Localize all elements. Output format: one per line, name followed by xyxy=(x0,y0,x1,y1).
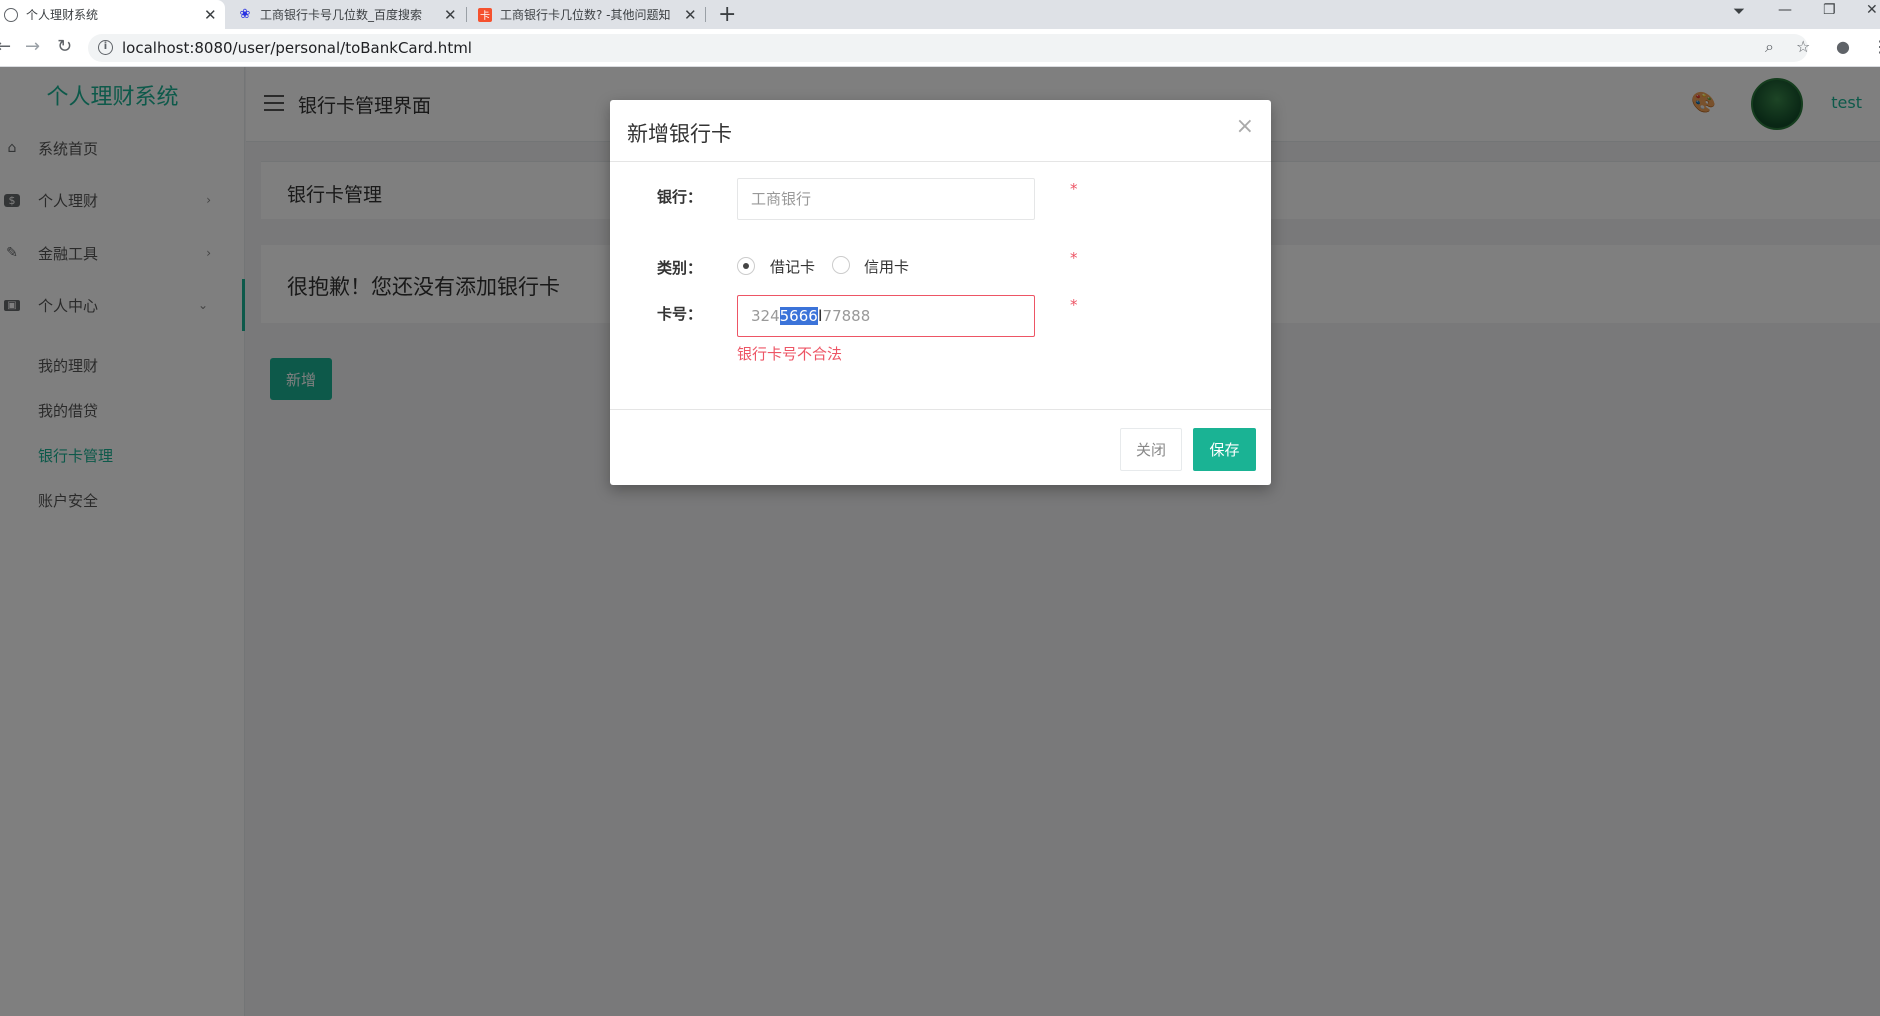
browser-tab-active[interactable]: 个人理财系统 ✕ xyxy=(0,0,225,29)
bookmark-star-icon[interactable]: ☆ xyxy=(1796,37,1810,56)
bank-input[interactable]: 工商银行 xyxy=(737,178,1035,220)
zoom-icon[interactable]: ⌕ xyxy=(1765,37,1774,57)
tab-label: 个人理财系统 xyxy=(26,8,99,22)
close-tab-icon[interactable]: ✕ xyxy=(204,6,217,24)
modal-footer: 关闭 保存 xyxy=(610,409,1271,485)
required-mark: * xyxy=(1070,180,1078,198)
baidu-paw-icon: ❀ xyxy=(239,7,251,22)
back-icon[interactable]: ← xyxy=(0,36,11,57)
info-icon[interactable]: i xyxy=(98,40,113,55)
address-bar: ← → ↻ i localhost:8080/user/personal/toB… xyxy=(0,29,1880,67)
close-icon[interactable]: × xyxy=(1236,114,1254,139)
card-number-label: 卡号： xyxy=(657,305,703,323)
profile-icon[interactable]: ● xyxy=(1836,37,1850,56)
minimize-icon[interactable]: — xyxy=(1778,2,1792,18)
add-bank-card-modal: 新增银行卡 × 银行： 工商银行 * 类别： 借记卡 信用卡 * 卡号： 324… xyxy=(610,100,1271,485)
card-number-text-after: 77888 xyxy=(822,307,871,325)
save-button[interactable]: 保存 xyxy=(1193,428,1256,471)
type-label: 类别： xyxy=(657,259,703,277)
restore-icon[interactable]: ❐ xyxy=(1823,2,1836,18)
card-number-error: 银行卡号不合法 xyxy=(737,345,843,363)
tab-separator xyxy=(705,7,706,22)
close-tab-icon[interactable]: ✕ xyxy=(444,6,457,24)
required-mark: * xyxy=(1070,296,1078,314)
new-tab-icon[interactable]: + xyxy=(718,2,736,27)
globe-icon xyxy=(4,7,18,22)
debit-card-label[interactable]: 借记卡 xyxy=(770,256,815,277)
card-number-selected-text: 5666 xyxy=(779,307,818,325)
card-number-text-before: 324 xyxy=(751,307,780,325)
url-field[interactable]: i localhost:8080/user/personal/toBankCar… xyxy=(88,34,1808,62)
browser-tab-zhidao[interactable]: 卡 工商银行卡几位数? -其他问题知 ✕ xyxy=(478,0,700,29)
close-tab-icon[interactable]: ✕ xyxy=(684,6,697,24)
debit-card-radio[interactable] xyxy=(737,257,755,275)
reload-icon[interactable]: ↻ xyxy=(57,36,72,57)
tab-label: 工商银行卡几位数? -其他问题知 xyxy=(500,8,671,22)
close-window-icon[interactable]: ✕ xyxy=(1866,2,1878,18)
tab-search-icon[interactable]: ⏷ xyxy=(1733,2,1745,20)
modal-title: 新增银行卡 xyxy=(627,122,732,146)
modal-header: 新增银行卡 × xyxy=(610,100,1271,162)
credit-card-radio[interactable] xyxy=(832,256,850,274)
card-number-input[interactable]: 3245666I77888 xyxy=(737,295,1035,337)
required-mark: * xyxy=(1070,249,1078,267)
browser-tab-bar: 个人理财系统 ✕ ❀ 工商银行卡号几位数_百度搜索 ✕ 卡 工商银行卡几位数? … xyxy=(0,0,1880,29)
tab-separator xyxy=(466,7,467,22)
close-button[interactable]: 关闭 xyxy=(1120,428,1182,471)
url-text: localhost:8080/user/personal/toBankCard.… xyxy=(122,39,472,57)
menu-dots-icon[interactable]: ⋮ xyxy=(1872,37,1880,56)
forward-icon[interactable]: → xyxy=(25,36,40,57)
browser-tab-baidu[interactable]: ❀ 工商银行卡号几位数_百度搜索 ✕ xyxy=(238,0,462,29)
bank-label: 银行： xyxy=(657,188,703,206)
credit-card-label[interactable]: 信用卡 xyxy=(864,256,909,277)
tab-label: 工商银行卡号几位数_百度搜索 xyxy=(260,8,423,22)
zhidao-icon: 卡 xyxy=(478,7,492,22)
